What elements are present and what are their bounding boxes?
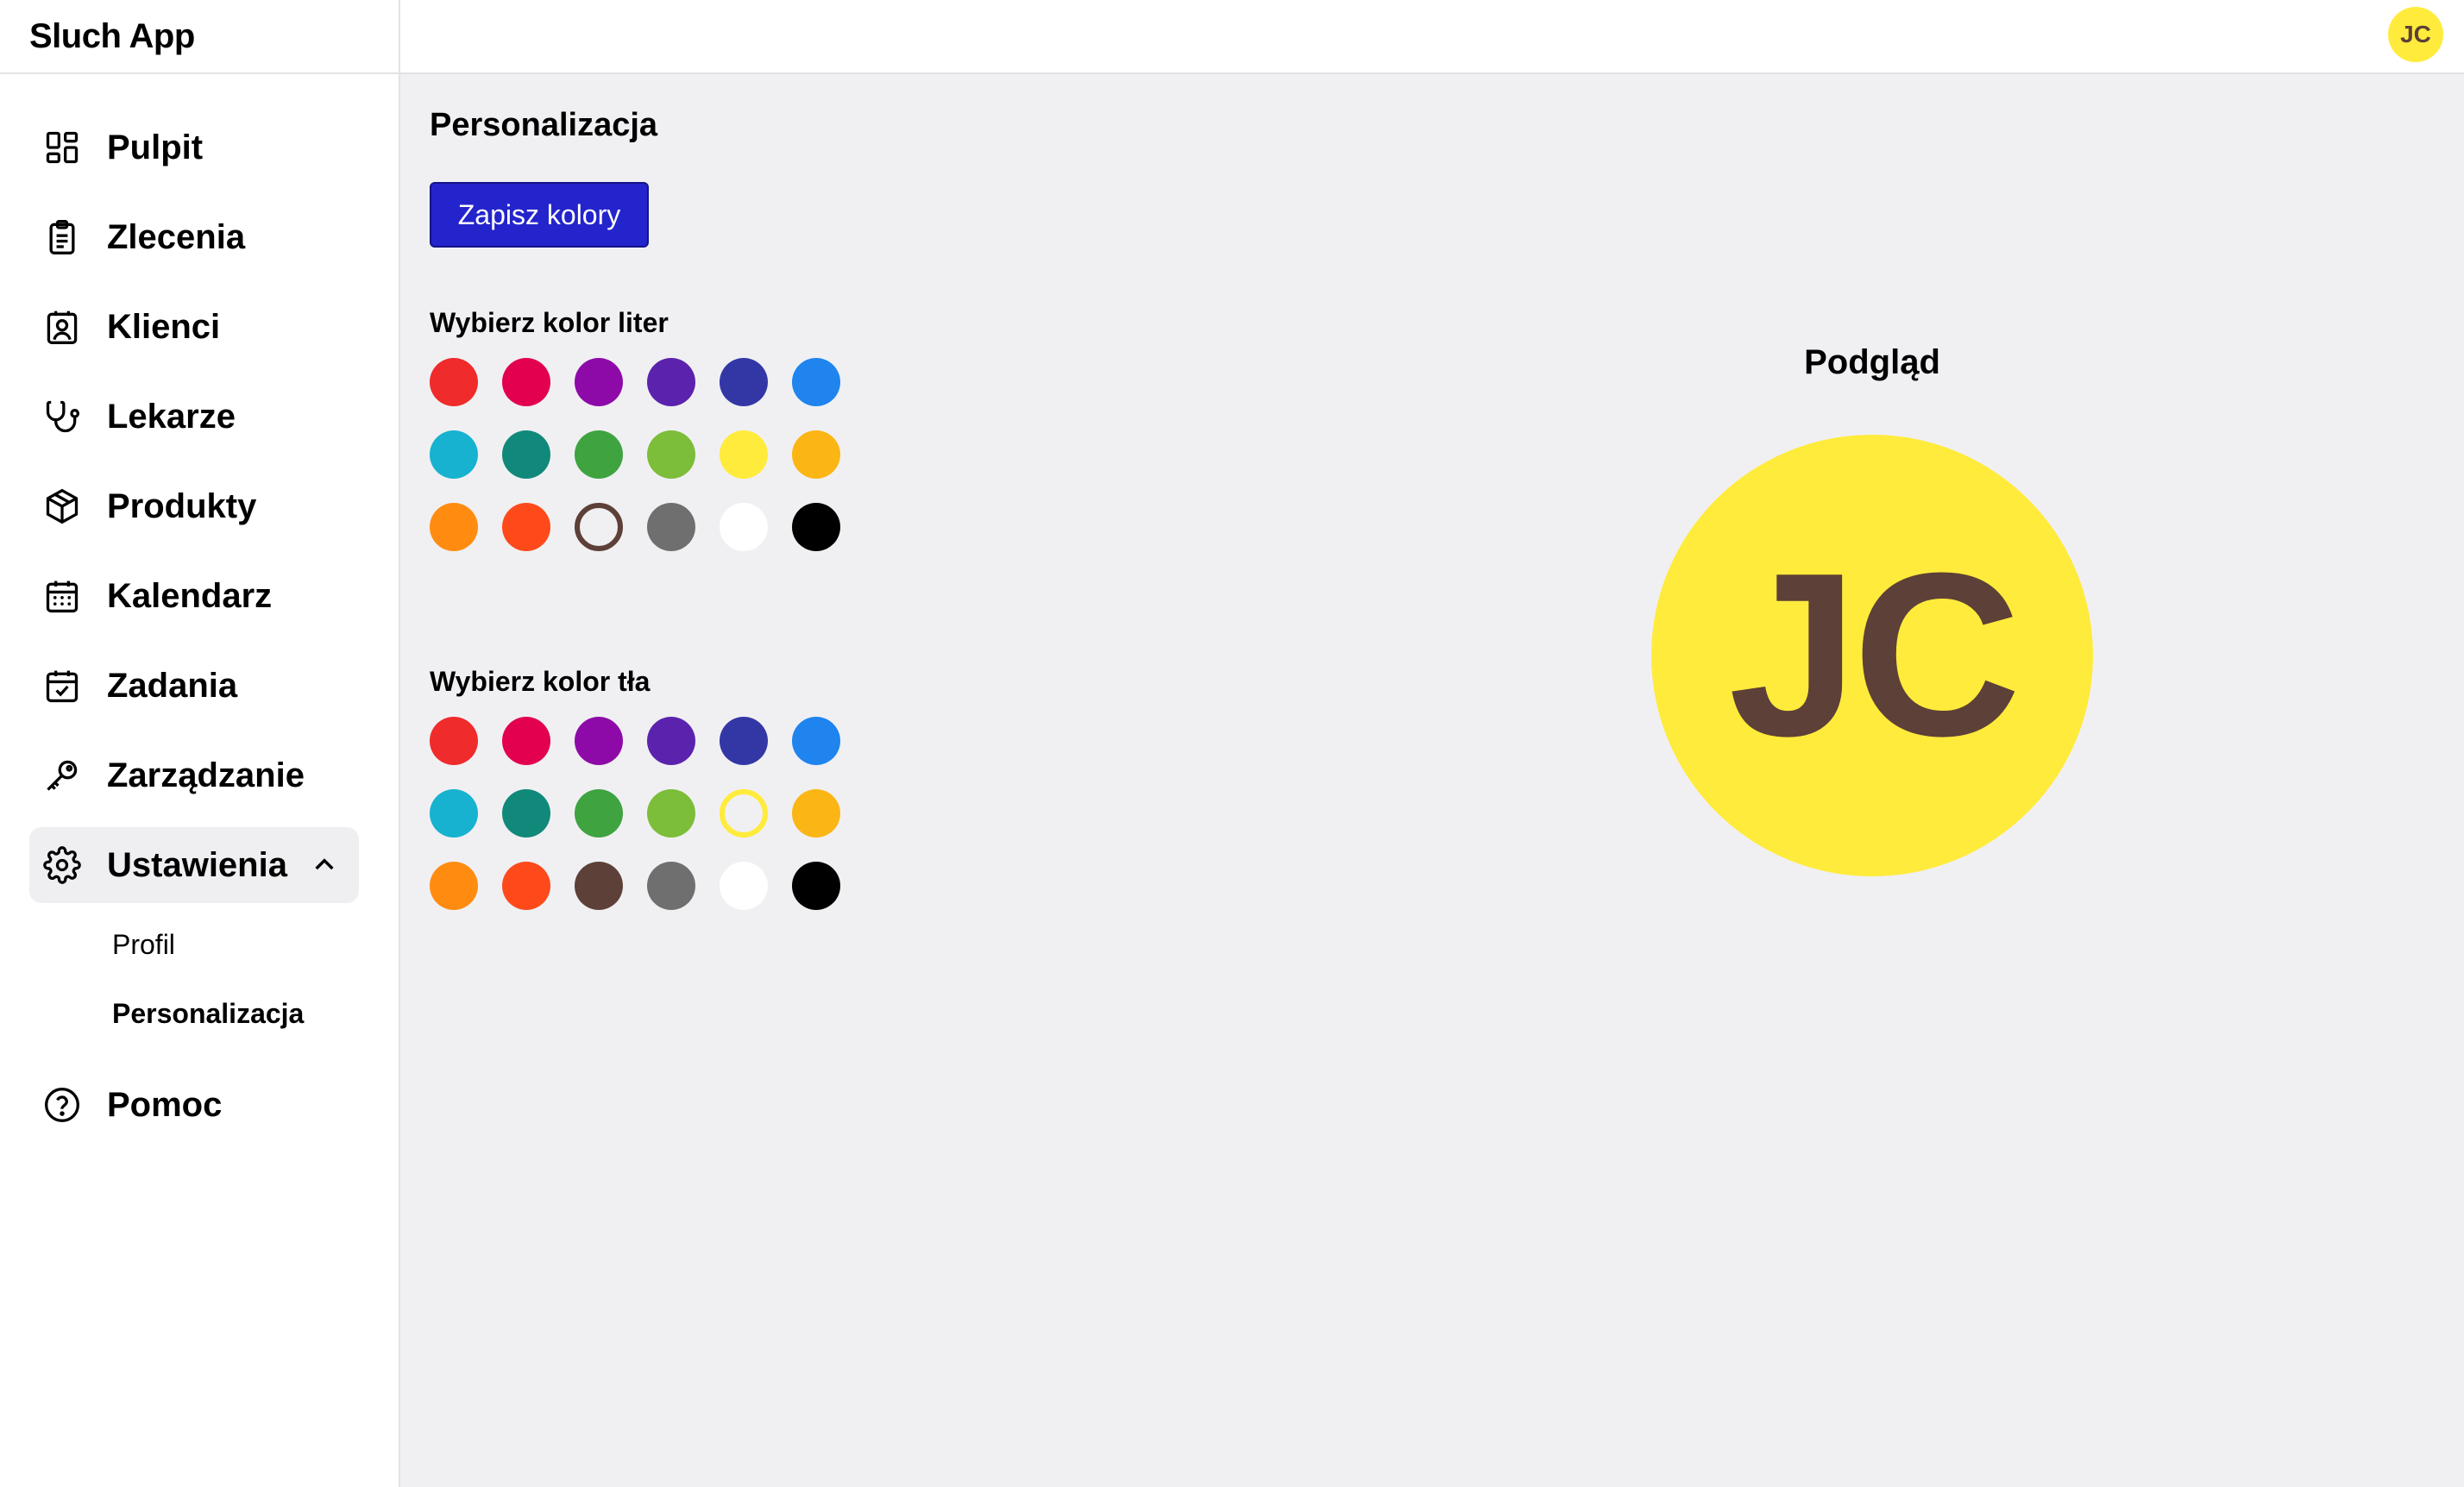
help-icon [43,1086,81,1124]
bg-color-swatch[interactable] [720,717,768,765]
sidebar-item-label: Zadania [107,666,238,705]
sidebar-item-pomoc[interactable]: Pomoc [29,1067,359,1143]
contact-icon [43,308,81,346]
sidebar-item-label: Produkty [107,486,257,525]
sidebar-item-label: Klienci [107,307,221,346]
bg-color-swatch[interactable] [575,862,623,910]
bg-color-swatch[interactable] [575,717,623,765]
text-color-swatch[interactable] [647,430,695,479]
text-color-swatch[interactable] [792,430,840,479]
bg-color-swatch[interactable] [502,862,550,910]
bg-color-swatch[interactable] [575,789,623,838]
sidebar-item-label: Pulpit [107,128,204,166]
sidebar: Sluch App Pulpit Zlecenia Klienci Lekarz… [0,0,400,1487]
sidebar-item-pulpit[interactable]: Pulpit [29,110,359,185]
bg-color-swatch[interactable] [792,717,840,765]
sidebar-item-ustawienia[interactable]: Ustawienia [29,827,359,903]
text-color-label: Wybierz kolor liter [430,307,669,338]
bg-color-palette [430,717,852,910]
sidebar-item-label: Zlecenia [107,217,246,256]
bg-color-swatch[interactable] [502,717,550,765]
settings-submenu: Profil Personalizacja [29,910,359,1048]
page-title: Personalizacja [430,107,658,143]
gear-icon [43,846,81,884]
text-color-swatch[interactable] [647,358,695,406]
sidebar-item-label: Lekarze [107,397,236,436]
text-color-swatch[interactable] [575,430,623,479]
bg-color-swatch[interactable] [647,862,695,910]
text-color-swatch[interactable] [575,503,623,551]
dashboard-icon [43,129,81,166]
stethoscope-icon [43,398,81,436]
text-color-swatch[interactable] [720,358,768,406]
sidebar-item-produkty[interactable]: Produkty [29,468,359,544]
sidebar-subitem-personalizacja[interactable]: Personalizacja [29,979,359,1048]
text-color-swatch[interactable] [575,358,623,406]
calendar-check-icon [43,667,81,705]
user-avatar[interactable]: JC [2388,7,2443,62]
bg-color-swatch[interactable] [430,862,478,910]
text-color-swatch[interactable] [720,430,768,479]
text-color-swatch[interactable] [792,358,840,406]
key-icon [43,756,81,794]
bg-color-swatch[interactable] [502,789,550,838]
sidebar-subitem-profil[interactable]: Profil [29,910,359,979]
sidebar-item-lekarze[interactable]: Lekarze [29,379,359,455]
sidebar-item-label: Pomoc [107,1085,223,1124]
text-color-swatch[interactable] [647,503,695,551]
chevron-up-icon[interactable] [311,851,338,879]
text-color-swatch[interactable] [792,503,840,551]
sidebar-item-label: Zarządzanie [107,756,305,794]
bg-color-swatch[interactable] [720,789,768,838]
package-icon [43,487,81,525]
preview-title: Podgląd [1804,343,1940,381]
sidebar-nav: Pulpit Zlecenia Klienci Lekarze Produkty [29,110,359,1157]
sidebar-item-label: Ustawienia [107,845,287,884]
text-color-swatch[interactable] [430,503,478,551]
bg-color-swatch[interactable] [792,862,840,910]
clipboard-icon [43,218,81,256]
bg-color-swatch[interactable] [647,789,695,838]
sidebar-item-klienci[interactable]: Klienci [29,289,359,365]
bg-color-swatch[interactable] [430,717,478,765]
text-color-swatch[interactable] [430,358,478,406]
top-bar: JC [400,0,2464,74]
text-color-swatch[interactable] [720,503,768,551]
bg-color-label: Wybierz kolor tła [430,666,651,697]
bg-color-swatch[interactable] [430,789,478,838]
sidebar-item-kalendarz[interactable]: Kalendarz [29,558,359,634]
save-colors-button[interactable]: Zapisz kolory [430,182,649,248]
bg-color-swatch[interactable] [647,717,695,765]
bg-color-swatch[interactable] [792,789,840,838]
text-color-palette [430,358,852,551]
bg-color-swatch[interactable] [720,862,768,910]
text-color-swatch[interactable] [502,503,550,551]
preview-avatar: JC [1651,435,2093,876]
sidebar-item-zarzadzanie[interactable]: Zarządzanie [29,737,359,813]
sidebar-item-zlecenia[interactable]: Zlecenia [29,199,359,275]
sidebar-item-label: Kalendarz [107,576,273,615]
text-color-swatch[interactable] [430,430,478,479]
text-color-swatch[interactable] [502,358,550,406]
app-title[interactable]: Sluch App [0,0,399,74]
sidebar-item-zadania[interactable]: Zadania [29,648,359,724]
text-color-swatch[interactable] [502,430,550,479]
calendar-icon [43,577,81,615]
